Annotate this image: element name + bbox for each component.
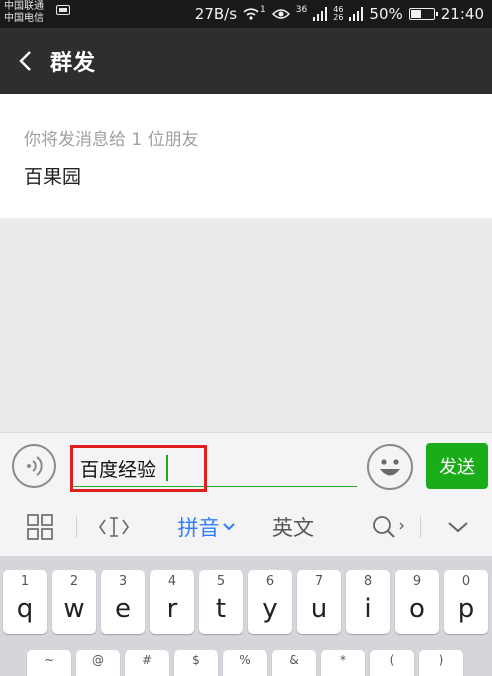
key-letter: u — [310, 594, 328, 624]
message-input[interactable] — [70, 451, 357, 487]
collapse-keyboard-button[interactable] — [440, 498, 476, 556]
key-row2-2[interactable]: # — [125, 650, 169, 676]
title-bar: 群发 — [0, 28, 492, 94]
ime-menu-button[interactable] — [20, 498, 60, 556]
key-symbol: ~ — [43, 653, 55, 667]
key-symbol: % — [239, 653, 251, 667]
key-letter: t — [215, 594, 227, 624]
key-number: 1 — [20, 574, 30, 589]
key-symbol: * — [340, 653, 346, 667]
carrier-1: 中国联通 — [4, 1, 44, 12]
key-r[interactable]: 4r — [150, 570, 194, 634]
carrier-names: 中国联通 中国电信 — [4, 1, 44, 25]
key-letter: q — [16, 594, 34, 624]
key-number: 0 — [461, 574, 471, 589]
key-row2-1[interactable]: @ — [76, 650, 120, 676]
recipient-names[interactable]: 百果园 — [24, 162, 81, 189]
pinyin-label: 拼音 — [177, 516, 220, 540]
key-letter: e — [115, 594, 131, 624]
key-number: 2 — [69, 574, 79, 589]
key-w[interactable]: 2w — [52, 570, 96, 634]
key-row2-5[interactable]: & — [272, 650, 316, 676]
grid-icon — [27, 514, 53, 540]
network-type-3: 26 — [333, 13, 344, 22]
key-p[interactable]: 0p — [444, 570, 488, 634]
key-row2-4[interactable]: % — [223, 650, 267, 676]
key-letter: r — [166, 594, 178, 624]
wifi-icon — [243, 7, 259, 21]
page-title: 群发 — [50, 51, 97, 76]
voice-icon — [27, 456, 43, 476]
key-number: 7 — [314, 574, 324, 589]
back-button[interactable] — [0, 28, 50, 94]
key-letter: o — [409, 594, 425, 624]
key-number: 5 — [216, 574, 226, 589]
key-u[interactable]: 7u — [297, 570, 341, 634]
recipient-count-hint: 你将发消息给 1 位朋友 — [24, 130, 199, 150]
key-letter: w — [63, 594, 85, 624]
smiley-icon — [380, 459, 400, 476]
clock: 21:40 — [440, 5, 484, 23]
key-t[interactable]: 5t — [199, 570, 243, 634]
key-i[interactable]: 8i — [346, 570, 390, 634]
text-caret — [166, 455, 168, 481]
ime-toolbar: 拼音 英文 — [0, 498, 492, 556]
network-speed: 27B/s — [194, 5, 238, 23]
key-symbol: $ — [192, 653, 200, 667]
key-row2-7[interactable]: ( — [370, 650, 414, 676]
eye-icon — [271, 8, 290, 20]
key-letter: i — [364, 594, 372, 624]
keyboard: 1q2w3e4r5t6y7u8i9o0p ~ @ # $% & *() — [0, 556, 492, 676]
voice-input-button[interactable] — [12, 444, 56, 488]
battery-fill — [410, 10, 422, 18]
key-row2-0[interactable]: ~ — [27, 650, 71, 676]
key-q[interactable]: 1q — [3, 570, 47, 634]
key-number: 3 — [118, 574, 128, 589]
battery-percent: 50% — [369, 5, 403, 23]
key-letter: y — [262, 594, 278, 624]
key-number: 4 — [167, 574, 177, 589]
key-symbol: ) — [438, 653, 444, 667]
key-number: 8 — [363, 574, 373, 589]
network-types: 46 26 — [333, 6, 343, 22]
chevron-down-icon — [448, 522, 468, 533]
send-button[interactable]: 发送 — [426, 443, 488, 489]
key-symbol: ( — [389, 653, 395, 667]
key-row2-6[interactable]: * — [321, 650, 365, 676]
key-e[interactable]: 3e — [101, 570, 145, 634]
key-row2-3[interactable]: $ — [174, 650, 218, 676]
cursor-control-button[interactable] — [94, 498, 134, 556]
back-arrow-icon — [19, 51, 31, 71]
key-number: 9 — [412, 574, 422, 589]
ime-english-tab[interactable]: 英文 — [262, 498, 324, 556]
ime-search-button[interactable] — [360, 498, 416, 556]
emoji-button[interactable] — [367, 444, 413, 490]
ime-pinyin-tab[interactable]: 拼音 — [168, 498, 244, 556]
network-type-1: 36 — [295, 5, 308, 15]
key-symbol: @ — [92, 653, 104, 667]
status-bar: 中国联通 中国电信 27B/s 1 36 46 26 50% 21:40 — [0, 0, 492, 28]
message-input-bar: 发送 — [0, 432, 492, 498]
cursor-move-icon — [99, 517, 129, 537]
status-indicators: 27B/s 1 36 46 26 50% 21:40 — [195, 4, 484, 24]
key-row2-8[interactable]: ) — [419, 650, 463, 676]
ime-separator — [76, 516, 77, 538]
signal-icon — [313, 7, 328, 21]
english-label: 英文 — [272, 516, 314, 540]
ime-separator-2 — [420, 516, 421, 538]
battery-icon — [408, 8, 438, 20]
key-letter: p — [457, 594, 475, 624]
key-o[interactable]: 9o — [395, 570, 439, 634]
carrier-2: 中国电信 — [4, 13, 44, 24]
sim-card-icon — [56, 5, 70, 15]
key-y[interactable]: 6y — [248, 570, 292, 634]
wifi-badge: 1 — [260, 5, 266, 15]
recipients-panel: 你将发消息给 1 位朋友 百果园 — [0, 94, 492, 218]
search-icon — [373, 516, 404, 538]
signal-icon-2 — [349, 7, 364, 21]
key-symbol: & — [289, 653, 299, 667]
key-symbol: # — [141, 653, 153, 667]
chevron-down-icon — [222, 523, 235, 531]
key-number: 6 — [265, 574, 275, 589]
